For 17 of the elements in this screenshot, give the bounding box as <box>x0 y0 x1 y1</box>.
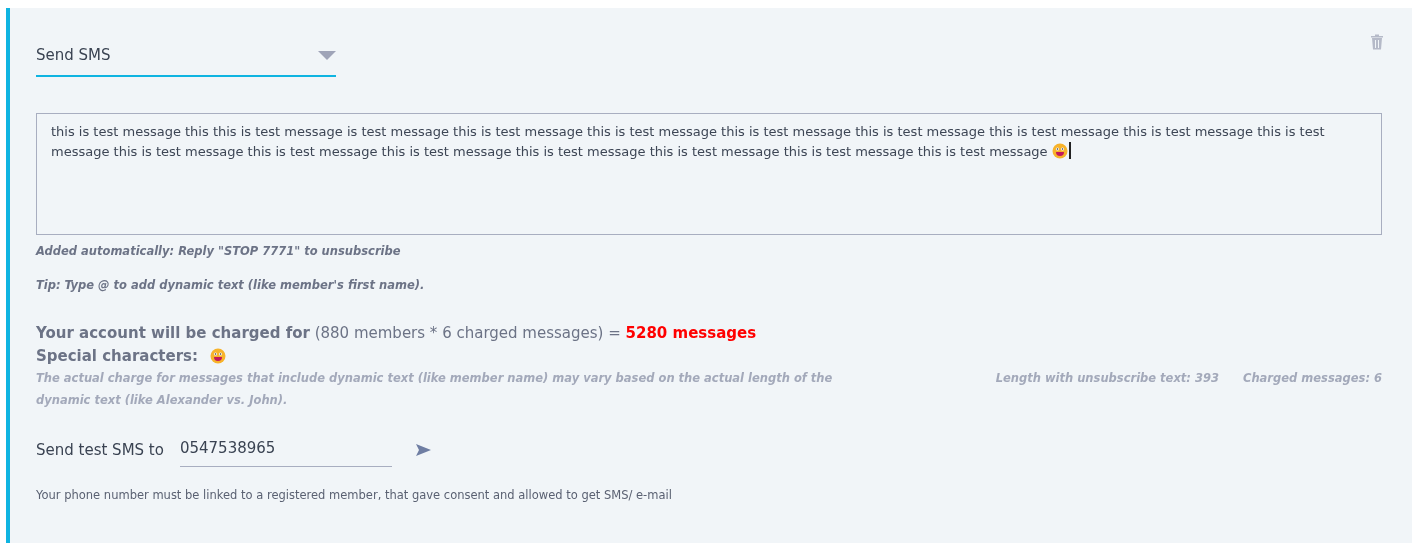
charge-note: The actual charge for messages that include dynamic text (like member name) may vary based on the actual length of the dynamic text (like Alexander vs. John). <box>36 370 834 409</box>
send-icon[interactable] <box>415 443 431 456</box>
charge-label: Your account will be charged for <box>36 324 310 342</box>
length-info: Length with unsubscribe text: 393 <box>995 370 1219 387</box>
phone-field[interactable]: 0547538965 <box>179 433 392 467</box>
charged-info: Charged messages: 6 <box>1242 370 1382 387</box>
unsubscribe-note: Added automatically: Reply "STOP 7771" to unsubscribe <box>36 242 402 260</box>
message-field[interactable]: this is test message this this is test message is test message this is test message this is test message this is test message this is test message this is test message this is test message this is test message this is test message this is test message this is test message this is test message this is test message this is test message this is test message <box>36 112 1382 235</box>
charge-formula: (880 members * 6 charged messages) = <box>314 324 621 342</box>
charge-total: 5280 messages <box>625 324 757 342</box>
phone-note: Your phone number must be linked to a registered member, that gave consent and allowed to get SMS/ e-mail <box>36 486 673 504</box>
text-cursor <box>1068 141 1071 159</box>
action-dropdown[interactable]: Send SMS <box>36 38 336 77</box>
special-characters-label: Special characters: <box>36 345 198 367</box>
tip-text: Tip: Type @ to add dynamic text (like member's first name). <box>36 276 426 294</box>
caret-icon <box>318 50 336 60</box>
test-sms-label: Send test SMS to <box>36 439 164 461</box>
